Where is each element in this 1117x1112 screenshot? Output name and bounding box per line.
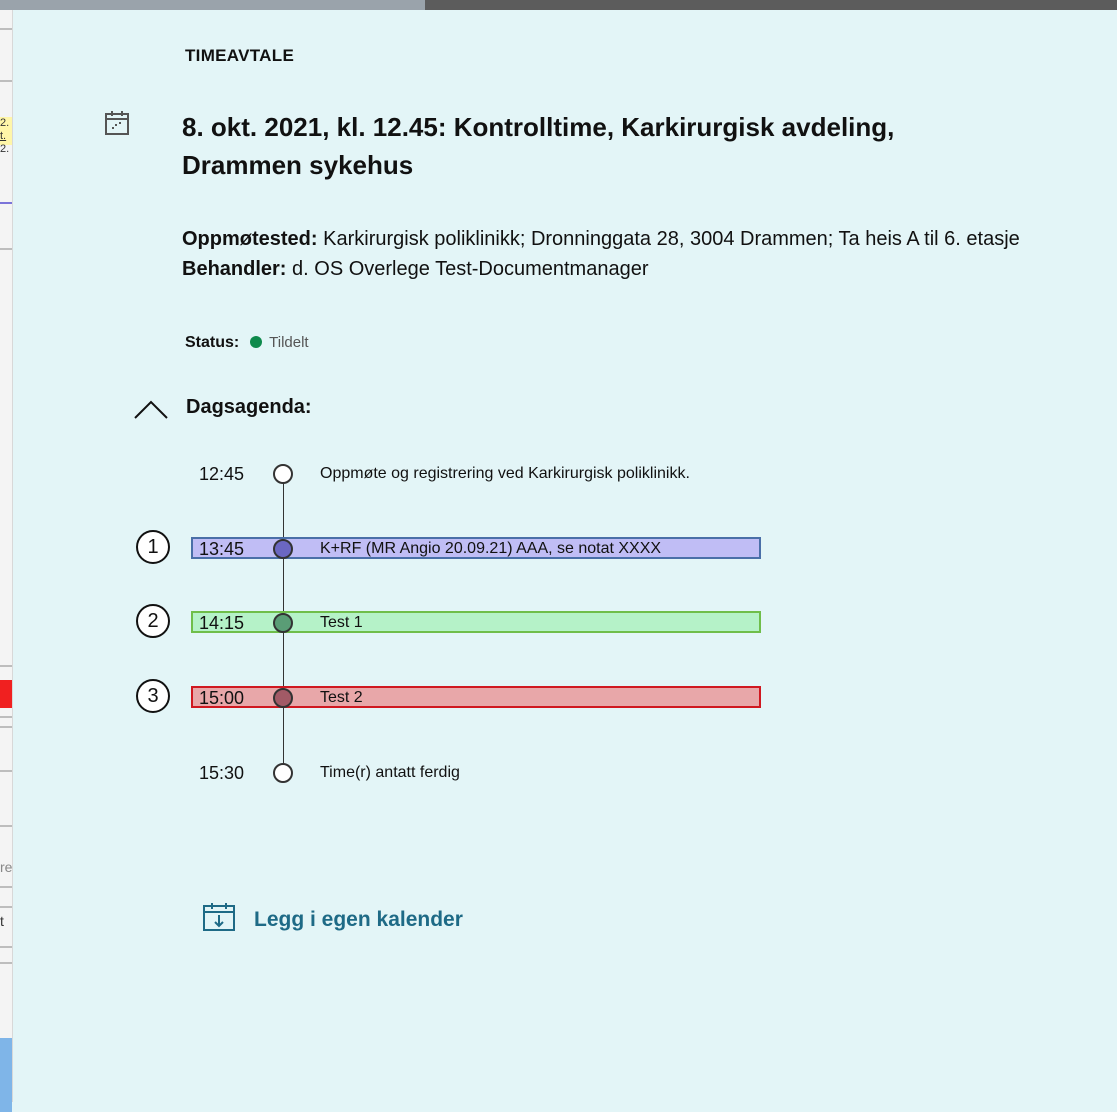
divider [0,248,12,250]
timeline-dot-icon [273,688,293,708]
chevron-up-icon[interactable] [133,396,169,425]
timeline-dot-icon [273,613,293,633]
appointment-title: 8. okt. 2021, kl. 12.45: Kontrolltime, K… [182,112,895,180]
fragment-text: 2. [0,117,10,129]
add-to-calendar-link[interactable]: Legg i egen kalender [202,902,463,938]
divider [0,726,12,728]
window-top-border-segment [0,0,425,10]
fragment-text: re [0,859,13,875]
divider [0,80,12,82]
timeline-dot-icon [273,464,293,484]
agenda-item-description: Oppmøte og registrering ved Karkirurgisk… [320,465,690,482]
location-value: Karkirurgisk poliklinikk; Dronninggata 2… [323,228,1020,250]
agenda-item: 2 14:15 Test 1 [0,604,1117,638]
practitioner-label: Behandler: [182,258,287,280]
practitioner-value: d. OS Overlege Test-Documentmanager [292,258,649,280]
status-label: Status: [185,334,240,351]
agenda-item-time: 15:30 [199,763,245,783]
agenda-item-number-badge: 2 [136,604,170,638]
agenda-item-time: 12:45 [199,464,245,484]
location-label: Oppmøtested: [182,228,318,250]
divider [0,906,12,908]
blue-block [0,1038,12,1112]
status-row: Status: Tildelt [185,334,309,352]
window-top-border [0,0,1117,10]
agenda-item-number-badge: 3 [136,679,170,713]
add-to-calendar-label: Legg i egen kalender [254,908,463,931]
agenda-item: 12:45 Oppmøte og registrering ved Karkiru… [0,462,1117,488]
agenda-item-time: 15:00 [199,688,245,708]
agenda-item-number-badge: 1 [136,530,170,564]
agenda-title: Dagsagenda: [186,396,312,418]
divider [0,716,12,718]
divider [0,825,12,827]
status-value: Tildelt [269,334,309,351]
appointment-details: Oppmøtested: Karkirurgisk poliklinikk; D… [182,224,1062,284]
timeline-dot-icon [273,763,293,783]
agenda-item-description: K+RF (MR Angio 20.09.21) AAA, se notat X… [320,540,662,557]
agenda-item-time: 13:45 [199,539,245,559]
agenda-item-time: 14:15 [199,613,245,633]
location-line: Oppmøtested: Karkirurgisk poliklinikk; D… [182,224,1062,254]
agenda-item-description: Test 1 [320,614,363,631]
status-dot-icon [249,336,262,348]
fragment-text: t [0,913,4,929]
agenda-item-description: Time(r) antatt ferdig [320,764,460,781]
divider [0,886,12,888]
calendar-download-icon [202,902,236,938]
calendar-icon [104,110,130,141]
fragment-text: 2. [0,143,10,155]
section-label: TIMEAVTALE [185,46,295,65]
agenda-item: 15:30 Time(r) antatt ferdig [0,761,1117,787]
practitioner-line: Behandler: d. OS Overlege Test-Documentm… [182,254,1062,284]
agenda-item: 1 13:45 K+RF (MR Angio 20.09.21) AAA, se n… [0,530,1117,564]
timeline-dot-icon [273,539,293,559]
divider [0,962,12,964]
divider [0,946,12,948]
agenda-item: 3 15:00 Test 2 [0,679,1117,713]
agenda-item-description: Test 2 [320,689,363,706]
fragment-text: t. [0,130,7,142]
divider [0,28,12,30]
divider [0,665,12,667]
divider [0,202,12,204]
